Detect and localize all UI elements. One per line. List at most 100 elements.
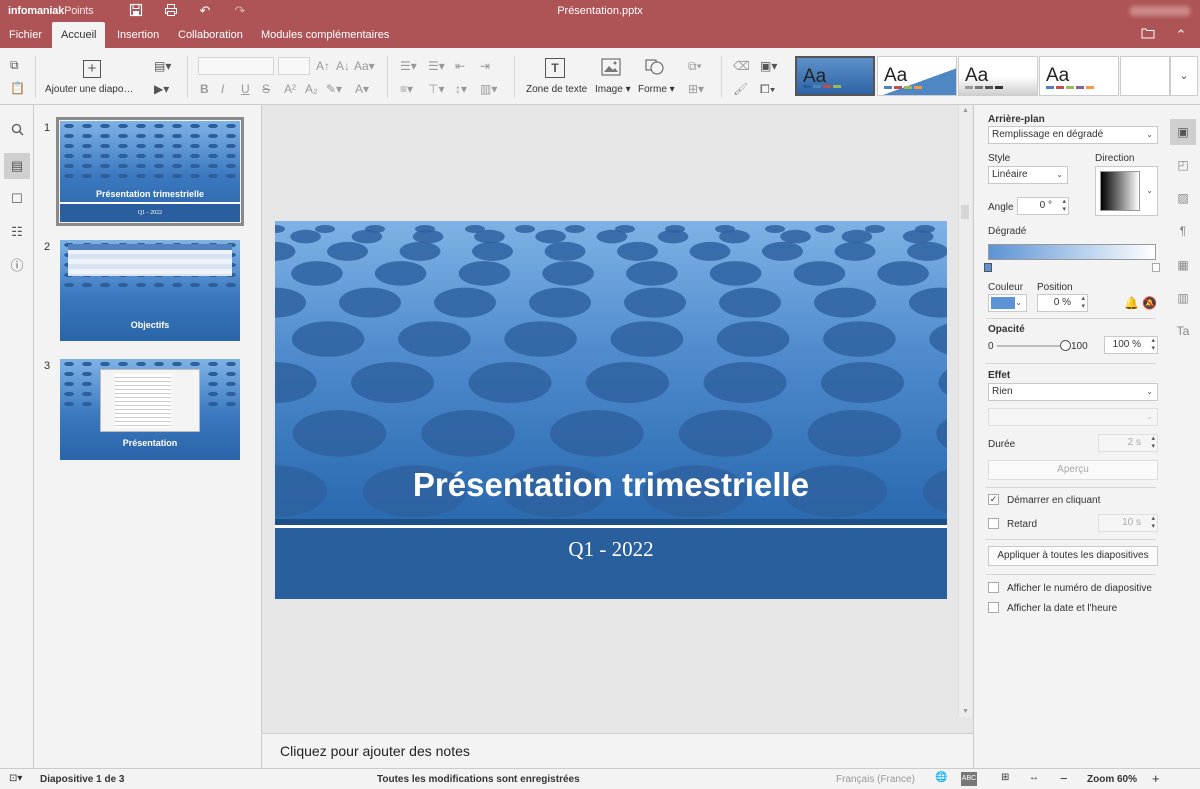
themes-more-icon[interactable]: ⌄ — [1170, 56, 1198, 96]
image-icon[interactable] — [601, 58, 621, 79]
slide-thumbnail-2[interactable]: Objectifs — [60, 240, 240, 341]
effect-select[interactable]: Rien ⌄ — [988, 383, 1158, 401]
theme-item-1[interactable]: Aa — [795, 56, 875, 96]
subscript-icon[interactable]: A₂ — [305, 82, 318, 96]
align-icon[interactable]: ≡▾ — [400, 82, 413, 96]
paragraph-settings-icon[interactable]: ¶ — [1170, 218, 1196, 244]
angle-spinner[interactable]: 0 ° ▴ ▾ — [1017, 197, 1069, 215]
shape-button[interactable]: Forme ▾ — [638, 84, 675, 95]
opacity-slider-thumb[interactable] — [1060, 340, 1071, 351]
comments-icon[interactable]: ☐ — [4, 186, 30, 212]
font-family-select[interactable] — [198, 57, 274, 75]
start-slideshow-icon[interactable]: ⊡▾ — [9, 773, 22, 784]
canvas-scrollbar[interactable]: ▲ ▼ — [958, 105, 972, 717]
slide-thumbnail-1[interactable]: Présentation trimestrielle Q1 - 2022 — [56, 117, 244, 226]
start-click-checkbox[interactable]: ✓ — [988, 494, 999, 505]
open-location-icon[interactable] — [1140, 27, 1156, 43]
tab-collaboration[interactable]: Collaboration — [169, 22, 252, 48]
style-select[interactable]: Linéaire ⌄ — [988, 166, 1068, 184]
duration-spinner[interactable]: 2 s ▴ ▾ — [1098, 434, 1158, 452]
image-settings-icon[interactable]: ▨ — [1170, 185, 1196, 211]
current-slide[interactable]: Présentation trimestrielle Q1 - 2022 — [275, 221, 947, 599]
increase-indent-icon[interactable]: ⇥ — [480, 59, 490, 73]
copy-icon[interactable]: ⧉ — [10, 58, 19, 72]
spellcheck-icon[interactable]: ABC — [961, 772, 977, 786]
table-settings-icon[interactable]: ▦ — [1170, 252, 1196, 278]
delay-checkbox[interactable] — [988, 518, 999, 529]
zoom-level[interactable]: Zoom 60% — [1087, 774, 1137, 785]
font-color-icon[interactable]: A▾ — [355, 82, 369, 96]
zoom-out-icon[interactable]: − — [1060, 771, 1068, 786]
gradient-stop-start[interactable] — [984, 263, 992, 272]
fill-type-select[interactable]: Remplissage en dégradé ⌄ — [988, 126, 1158, 144]
apply-all-button[interactable]: Appliquer à toutes les diapositives — [988, 546, 1158, 566]
tab-accueil[interactable]: Accueil — [52, 22, 106, 48]
notes-placeholder[interactable]: Cliquez pour ajouter des notes — [280, 743, 470, 759]
info-icon[interactable]: ⓘ — [4, 253, 30, 279]
add-slide-icon[interactable]: + — [83, 60, 101, 78]
decrease-font-icon[interactable]: A↓ — [336, 59, 350, 73]
increase-font-icon[interactable]: A↑ — [316, 59, 330, 73]
slide-settings-icon[interactable]: ▣ — [1170, 119, 1196, 145]
copy-style-icon[interactable]: 🖌 — [733, 82, 748, 96]
line-spacing-icon[interactable]: ↕▾ — [455, 82, 467, 96]
columns-icon[interactable]: ▥▾ — [480, 82, 497, 96]
superscript-icon[interactable]: A² — [284, 82, 296, 96]
theme-item-2[interactable]: Aa — [877, 56, 957, 96]
theme-item-4[interactable]: Aa — [1039, 56, 1119, 96]
remove-stop-icon[interactable]: 🔕 — [1142, 296, 1157, 310]
slideshow-icon[interactable]: ▶▾ — [154, 82, 169, 96]
underline-icon[interactable]: U — [241, 82, 250, 96]
text-art-settings-icon[interactable]: Ta — [1170, 318, 1196, 344]
change-layout-icon[interactable]: ⧠▾ — [760, 82, 775, 96]
theme-item-5[interactable] — [1120, 56, 1170, 96]
language-icon[interactable]: 🌐 — [935, 772, 947, 783]
paste-icon[interactable]: 📋 — [10, 81, 25, 95]
vertical-align-icon[interactable]: ⊤▾ — [428, 82, 444, 96]
italic-icon[interactable]: I — [221, 82, 224, 96]
slides-panel-icon[interactable]: ▤ — [4, 153, 30, 179]
slide-subtitle[interactable]: Q1 - 2022 — [275, 537, 947, 562]
strikethrough-icon[interactable]: S — [262, 82, 270, 96]
tab-insertion[interactable]: Insertion — [108, 22, 168, 48]
theme-item-3[interactable]: Aa — [958, 56, 1038, 96]
chart-settings-icon[interactable]: ▥ — [1170, 285, 1196, 311]
numbering-icon[interactable]: ☰▾ — [428, 59, 445, 73]
zoom-in-icon[interactable]: + — [1152, 771, 1160, 786]
opacity-slider[interactable] — [997, 345, 1067, 347]
slide-title[interactable]: Présentation trimestrielle — [275, 466, 947, 504]
bullets-icon[interactable]: ☰▾ — [400, 59, 417, 73]
language-select[interactable]: Français (France) — [836, 774, 915, 785]
decrease-indent-icon[interactable]: ⇤ — [455, 59, 465, 73]
collapse-icon[interactable]: ⌃ — [1173, 27, 1189, 43]
delay-spinner[interactable]: 10 s ▴ ▾ — [1098, 514, 1158, 532]
search-icon[interactable] — [4, 119, 30, 145]
position-spinner[interactable]: 0 % ▴ ▾ — [1037, 294, 1088, 312]
preview-button[interactable]: Aperçu — [988, 460, 1158, 480]
shape-settings-icon[interactable]: ◰ — [1170, 152, 1196, 178]
arrange-icon[interactable]: ⧉▾ — [688, 59, 702, 73]
clear-format-icon[interactable]: ⌫ — [733, 59, 750, 73]
change-case-icon[interactable]: Aa▾ — [354, 59, 375, 73]
fit-width-icon[interactable]: ↔ — [1029, 772, 1039, 783]
slide-thumbnail-3[interactable]: Présentation — [60, 359, 240, 460]
opacity-spinner[interactable]: 100 % ▴ ▾ — [1104, 336, 1158, 354]
user-name[interactable] — [1130, 6, 1190, 16]
color-picker[interactable]: ⌄ — [988, 294, 1027, 312]
bold-icon[interactable]: B — [200, 82, 209, 96]
gradient-stop-end[interactable] — [1152, 263, 1160, 272]
slide-layout-icon[interactable]: ▤▾ — [154, 59, 171, 73]
image-button[interactable]: Image ▾ — [595, 84, 631, 95]
shape-icon[interactable] — [645, 58, 665, 79]
show-date-checkbox[interactable] — [988, 602, 999, 613]
slide-size-icon[interactable]: ▣▾ — [760, 59, 777, 73]
direction-select[interactable]: ⌄ — [1095, 166, 1158, 216]
add-slide-button[interactable]: Ajouter une diapo… — [45, 84, 133, 95]
text-box-icon[interactable]: T — [545, 58, 565, 78]
tab-fichier[interactable]: Fichier — [0, 22, 51, 48]
effect-option-select[interactable]: ⌄ — [988, 408, 1158, 426]
text-box-button[interactable]: Zone de texte — [526, 84, 587, 95]
highlight-icon[interactable]: ✎▾ — [326, 82, 342, 96]
gradient-bar[interactable] — [988, 244, 1156, 260]
notes-area[interactable]: Cliquez pour ajouter des notes — [262, 733, 973, 768]
